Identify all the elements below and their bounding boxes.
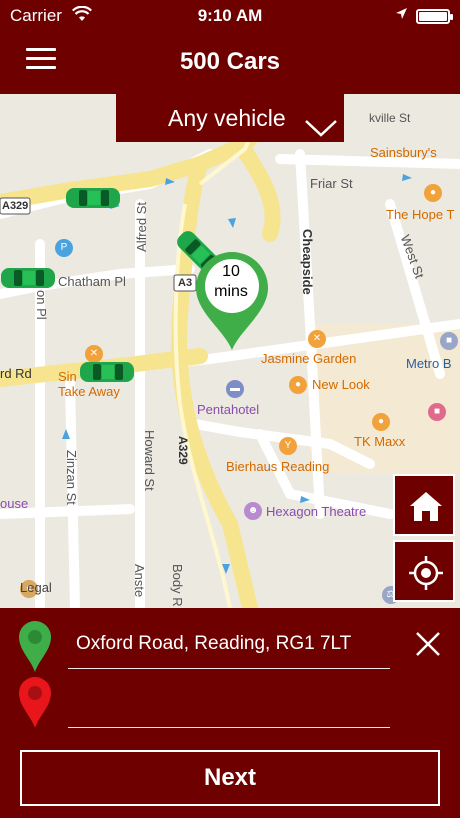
map-view[interactable]: Friar St Sainsbury's The Hope T A329 A3 … — [0, 94, 460, 608]
map-label-jasmine-garden: Jasmine Garden — [261, 351, 357, 366]
eta-pin[interactable]: 10 mins — [194, 250, 270, 350]
map-label-ouse: ouse — [0, 496, 29, 511]
pub-icon: ● — [424, 184, 442, 202]
map-label-pentahotel: Pentahotel — [197, 402, 260, 417]
eta-text: 10 mins — [204, 262, 258, 302]
nav-bar: 500 Cars — [0, 32, 460, 94]
theatre-icon: ☻ — [244, 502, 262, 520]
eta-unit: mins — [214, 283, 248, 300]
map-label-friar-st: Friar St — [310, 176, 353, 191]
map-label-anste: Anste — [132, 564, 147, 598]
gift-icon: ■ — [428, 403, 446, 421]
map-label-a329: A329 — [2, 200, 29, 212]
dropoff-row[interactable] — [0, 672, 460, 728]
chevron-down-icon — [304, 106, 338, 154]
shopping-bag-icon: ● — [289, 376, 307, 394]
dropoff-pin-icon — [19, 677, 51, 728]
train-icon: ■ — [440, 332, 458, 350]
map-label-legal: Legal — [20, 580, 52, 595]
car-marker[interactable] — [79, 360, 135, 384]
hotel-icon: ▬ — [226, 380, 244, 398]
map-label-alfred-st: Alfred St — [134, 202, 149, 252]
map-label-metro: Metro B — [406, 356, 452, 371]
map-label-zinzan-st: Zinzan St — [64, 450, 79, 505]
map-label-new-look: New Look — [312, 377, 370, 392]
pickup-address[interactable]: Oxford Road, Reading, RG1 7LT — [76, 633, 351, 655]
status-bar: Carrier 9:10 AM — [0, 0, 460, 32]
location-arrow-icon — [395, 7, 408, 23]
dropoff-underline — [68, 727, 390, 728]
page-title: 500 Cars — [179, 48, 281, 75]
map-label-the-hope: The Hope T — [386, 207, 455, 222]
map-label-hexagon-theatre: Hexagon Theatre — [266, 504, 367, 519]
pickup-pin-icon — [19, 621, 51, 672]
map-label-howard-st: Howard St — [142, 430, 157, 491]
map-label-rd: rd Rd — [0, 366, 32, 381]
car-marker[interactable] — [65, 186, 121, 210]
home-icon — [410, 492, 442, 521]
map-label-tk-maxx: TK Maxx — [354, 434, 406, 449]
battery-icon — [416, 9, 453, 24]
parking-icon: P — [55, 239, 73, 257]
map-label-body-r: Body R — [170, 564, 185, 607]
map-label-chatham-pl: Chatham Pl — [58, 274, 126, 289]
shopping-icon: ● — [372, 413, 390, 431]
map-label-on-pl: on Pl — [34, 290, 49, 320]
vehicle-type-select[interactable]: Any vehicle — [116, 94, 344, 142]
eta-value: 10 — [222, 263, 240, 280]
next-button[interactable]: Next — [20, 750, 440, 806]
restaurant-icon: ✕ — [308, 330, 326, 348]
clock: 9:10 AM — [197, 6, 263, 25]
map-label-a329-south: A329 — [176, 436, 190, 465]
map-label-a3: A3 — [178, 277, 193, 289]
map-label-sin: Sin — [58, 369, 77, 384]
close-icon[interactable] — [414, 630, 442, 658]
crosshair-icon — [409, 556, 443, 590]
home-button[interactable] — [393, 474, 455, 536]
map-label-sainsburys: Sainsbury's — [370, 145, 437, 160]
map-label-kville-st: kville St — [369, 111, 411, 125]
car-marker[interactable] — [0, 266, 56, 290]
map-label-bierhaus: Bierhaus Reading — [226, 459, 330, 474]
locate-button[interactable] — [393, 540, 455, 602]
pickup-underline — [68, 668, 390, 669]
pickup-row[interactable]: Oxford Road, Reading, RG1 7LT — [0, 612, 460, 672]
booking-panel: Oxford Road, Reading, RG1 7LT Next — [0, 608, 460, 818]
vehicle-select-value: Any vehicle — [168, 105, 286, 131]
map-label-cheapside: Cheapside — [300, 229, 315, 295]
map-label-take-away: Take Away — [58, 384, 120, 399]
map-roads — [0, 94, 460, 608]
bar-icon: Y — [279, 437, 297, 455]
